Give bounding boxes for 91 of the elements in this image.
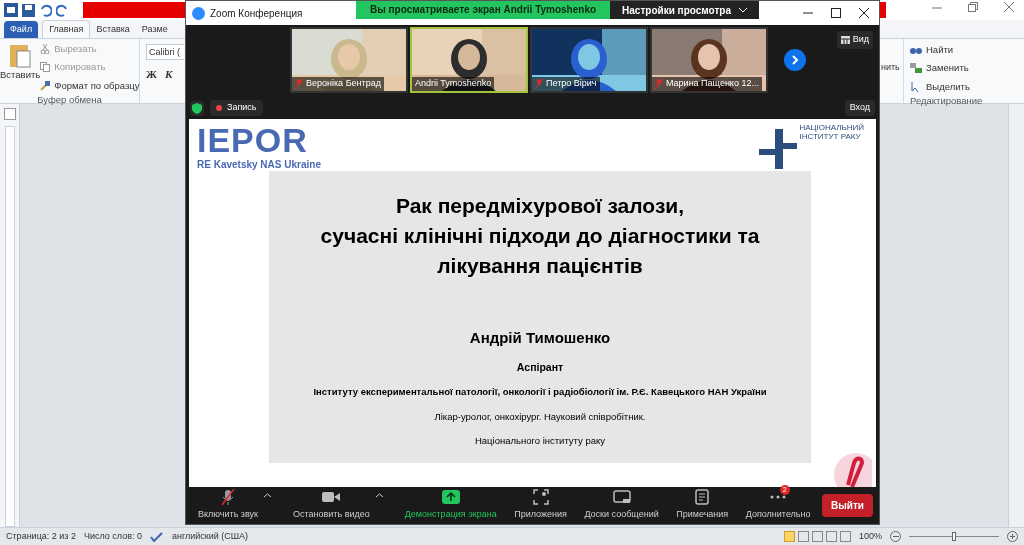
participant-tile[interactable]: Петро Вірич — [530, 27, 648, 93]
cross-logo-icon — [759, 129, 798, 169]
binoculars-icon[interactable] — [910, 45, 922, 56]
participant-name: Петро Вірич — [546, 77, 597, 91]
participant-name: Вероніка Бентрад — [306, 77, 381, 91]
brush-icon[interactable] — [40, 80, 51, 91]
window-title: Zoom Конференция — [210, 6, 303, 21]
ribbon-tab[interactable]: Главная — [42, 20, 91, 38]
font-field[interactable]: Calibri ( — [146, 44, 184, 60]
redo-icon[interactable] — [56, 3, 69, 17]
language-label[interactable]: английский (США) — [172, 529, 249, 544]
screen-share-banner: Вы просматриваете экран Andrii Tymoshenko — [356, 1, 611, 19]
outline-icon[interactable] — [825, 531, 837, 542]
ribbon-tab[interactable]: Разме — [135, 21, 174, 38]
participant-name: Марина Пащенко 12... — [666, 77, 759, 91]
view-button[interactable]: Вид — [836, 31, 873, 49]
ribbon-label[interactable]: нить — [881, 61, 900, 75]
caret-icon[interactable] — [375, 493, 383, 498]
apps-icon — [532, 489, 549, 506]
toolbar-button[interactable]: Демонстрация экрана — [398, 489, 503, 522]
toolbar-button[interactable]: Приложения — [508, 489, 573, 522]
save-icon[interactable] — [22, 3, 35, 17]
slider-thumb[interactable] — [952, 532, 956, 541]
recording-indicator[interactable]: Запись — [210, 100, 263, 116]
muted-mic-icon — [221, 489, 235, 506]
format-painter-label[interactable]: Формат по образцу — [54, 78, 140, 93]
tab-stop-button[interactable] — [3, 108, 16, 120]
web-layout-icon[interactable] — [811, 531, 823, 542]
author-name: Андрій Тимошенко — [469, 328, 611, 348]
word-logo-icon — [4, 3, 18, 17]
enter-button[interactable]: Вход — [844, 100, 875, 116]
notes-icon — [695, 489, 710, 506]
group-label: Буфер обмена — [36, 92, 103, 107]
page-count[interactable]: Страница: 2 из 2 — [6, 529, 76, 544]
grid-icon — [840, 35, 850, 44]
institute-text: Національного інституту раку — [474, 433, 606, 448]
slide-title: лікування пацієнтів — [437, 253, 643, 279]
file-tab[interactable]: Файл — [4, 21, 39, 38]
position-text: Лікар-уролог, онкохірург. Науковий співробітник. — [434, 409, 646, 424]
participant-name: Andrii Tymoshenko — [415, 77, 492, 91]
share-screen-icon — [441, 490, 460, 505]
shield-icon[interactable] — [190, 100, 204, 116]
paste-icon[interactable] — [9, 42, 32, 68]
select-button[interactable]: Выделить — [926, 79, 970, 94]
maximize-icon[interactable] — [831, 8, 841, 18]
leave-button[interactable]: Выйти — [822, 494, 873, 517]
draft-icon[interactable] — [839, 531, 851, 542]
slide-title: сучасні клінічні підходи до діагностики та — [320, 223, 760, 249]
word-count[interactable]: Число слов: 0 — [83, 529, 142, 544]
next-button[interactable] — [784, 49, 806, 71]
view-settings-button[interactable]: Настройки просмотра — [610, 1, 759, 19]
camera-icon — [322, 491, 341, 504]
spellcheck-icon[interactable] — [150, 531, 164, 542]
bold-button[interactable]: Ж — [146, 66, 157, 83]
caret-icon[interactable] — [264, 493, 272, 498]
replace-button[interactable]: Заменить — [926, 61, 969, 76]
replace-icon[interactable] — [910, 63, 922, 74]
ribbon-logo-icon — [832, 451, 872, 487]
role-text: Аспірант — [516, 359, 564, 375]
zoom-logo-icon — [192, 6, 205, 20]
logo-text: НАЦІОНАЛЬНИЙ — [799, 123, 864, 132]
zoom-level[interactable]: 100% — [858, 529, 882, 544]
toolbar-button[interactable]: Доски сообщений — [578, 489, 665, 522]
reading-view-icon[interactable] — [797, 531, 809, 542]
zoom-in-button[interactable] — [1007, 531, 1018, 542]
undo-icon[interactable] — [39, 3, 52, 17]
participant-tile[interactable]: Вероніка Бентрад — [290, 27, 408, 93]
toolbar-button[interactable]: Включить звук — [192, 489, 265, 522]
chevron-down-icon — [739, 7, 747, 13]
italic-button[interactable]: К — [164, 66, 173, 83]
more-icon — [770, 495, 787, 500]
board-icon — [612, 490, 631, 505]
close-icon[interactable] — [859, 8, 869, 18]
participant-tile[interactable]: Andrii Tymoshenko — [410, 27, 528, 93]
paste-label[interactable]: Вставить — [0, 68, 41, 83]
affiliation-text: Інституту експериментальної патології, онкології і радіобіології ім. Р.Є. Кавецького НАН України — [313, 385, 767, 400]
find-button[interactable]: Найти — [926, 43, 954, 58]
scrollbar[interactable] — [1008, 104, 1024, 527]
chevron-right-icon — [791, 55, 799, 65]
group-label: Редактирование — [910, 93, 984, 108]
toolbar-button[interactable]: Остановить видео — [287, 489, 376, 522]
logo-text: ІНСТИТУТ РАКУ — [799, 132, 862, 141]
logo-subtitle: RE Kavetsky NAS Ukraine — [197, 158, 321, 172]
slide-title: Рак передміхурової залози, — [395, 193, 685, 219]
logo-text: IEPOR — [197, 123, 309, 157]
copy-icon[interactable] — [40, 62, 51, 73]
participant-tile[interactable]: Марина Пащенко 12... — [650, 27, 768, 93]
zoom-slider[interactable] — [909, 531, 999, 542]
toolbar-button[interactable]: Примечания — [670, 489, 735, 522]
ribbon-tab[interactable]: Вставка — [90, 21, 136, 38]
restore-icon[interactable] — [968, 2, 978, 12]
